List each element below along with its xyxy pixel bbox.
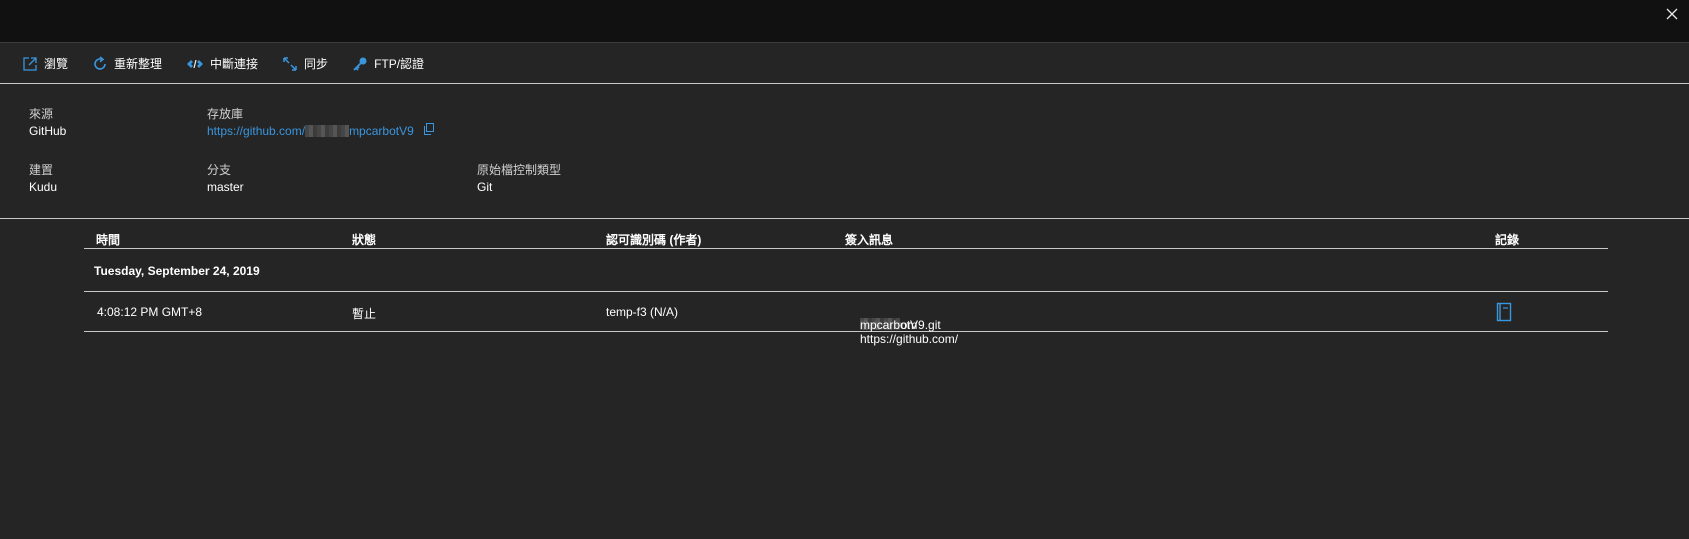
repo-url-prefix: https://github.com/ <box>207 124 306 138</box>
build-label: 建置 <box>29 163 54 177</box>
disconnect-icon <box>187 59 204 68</box>
source-value: GitHub <box>29 124 67 138</box>
branch-value: master <box>207 180 244 194</box>
table-header: 時間 狀態 認可識別碼 (作者) 簽入訊息 記錄 <box>84 229 1608 249</box>
repo-label: 存放庫 <box>207 107 244 121</box>
deployment-info-panel: 來源 GitHub 存放庫 https://github.com/mpcarbo… <box>0 85 1689 219</box>
disconnect-button[interactable]: 中斷連接 <box>186 55 258 72</box>
row-commit-id: temp-f3 (N/A) <box>606 305 679 319</box>
copy-icon[interactable] <box>423 123 435 135</box>
row-message-suffix: mpcarbotV9.git <box>860 318 941 332</box>
close-icon[interactable] <box>1663 5 1681 23</box>
repo-url-suffix: mpcarbotV9 <box>349 124 414 138</box>
ftp-label: FTP/認證 <box>374 57 425 71</box>
repo-link[interactable]: https://github.com/mpcarbotV9 <box>207 122 414 140</box>
source-field: 來源 GitHub <box>29 106 66 140</box>
sync-label: 同步 <box>304 57 329 71</box>
header-message: 簽入訊息 <box>845 233 894 247</box>
table-row[interactable]: 4:08:12 PM GMT+8 暫止 temp-f3 (N/A) Fetch … <box>84 292 1608 346</box>
scm-type-field: 原始檔控制類型 Git <box>477 162 561 196</box>
refresh-icon <box>94 55 106 70</box>
header-commit-id: 認可識別碼 (作者) <box>606 233 702 247</box>
group-date: Tuesday, September 24, 2019 <box>94 264 260 278</box>
ftp-credentials-button[interactable]: FTP/認證 <box>352 55 424 72</box>
source-label: 來源 <box>29 107 54 121</box>
redacted-username <box>305 125 350 137</box>
external-link-icon <box>23 56 37 71</box>
branch-field: 分支 master <box>207 162 244 196</box>
header-status: 狀態 <box>352 233 377 247</box>
row-status: 暫止 <box>352 307 377 321</box>
build-field: 建置 Kudu <box>29 162 57 196</box>
browse-button[interactable]: 瀏覽 <box>22 55 68 72</box>
disconnect-label: 中斷連接 <box>210 57 259 71</box>
command-toolbar: 瀏覽 重新整理 中斷連接 同步 FTP/認證 <box>0 44 1689 84</box>
header-log: 記錄 <box>1495 233 1520 247</box>
sync-button[interactable]: 同步 <box>282 55 328 72</box>
date-group-row: Tuesday, September 24, 2019 <box>84 249 1608 292</box>
branch-label: 分支 <box>207 163 232 177</box>
row-time: 4:08:12 PM GMT+8 <box>97 305 203 319</box>
repo-field: 存放庫 https://github.com/mpcarbotV9 <box>207 106 435 140</box>
header-time: 時間 <box>96 233 121 247</box>
deployments-table: 時間 狀態 認可識別碼 (作者) 簽入訊息 記錄 Tuesday, Septem… <box>84 229 1608 346</box>
title-bar <box>0 0 1689 43</box>
browse-label: 瀏覽 <box>44 57 69 71</box>
log-icon[interactable] <box>1496 302 1512 322</box>
build-value: Kudu <box>29 180 58 194</box>
scm-type-value: Git <box>477 180 493 194</box>
refresh-button[interactable]: 重新整理 <box>92 55 162 72</box>
refresh-label: 重新整理 <box>114 57 163 71</box>
key-icon <box>353 57 367 71</box>
sync-icon <box>283 56 297 71</box>
scm-type-label: 原始檔控制類型 <box>477 163 562 177</box>
